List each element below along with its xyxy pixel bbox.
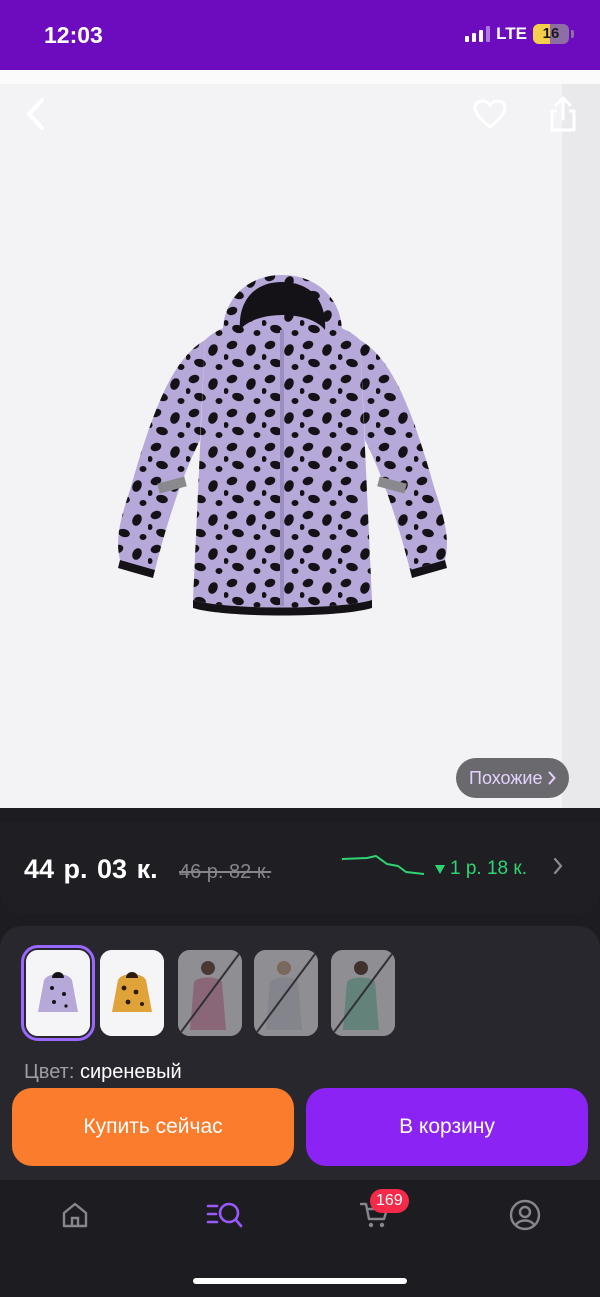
share-icon bbox=[550, 96, 576, 132]
similar-products-label: Похожие bbox=[469, 767, 543, 788]
heart-icon bbox=[473, 99, 507, 129]
battery-level: 16 bbox=[542, 25, 560, 42]
variant-thumbnail-pink[interactable] bbox=[178, 950, 242, 1036]
variant-thumbnail-white[interactable] bbox=[254, 950, 318, 1036]
status-bar: 12:03 LTE 16 bbox=[0, 0, 600, 70]
status-time: 12:03 bbox=[44, 22, 103, 48]
cart-count-badge: 169 bbox=[370, 1189, 409, 1213]
price-drop-amount: 1 р. 18 к. bbox=[450, 858, 527, 879]
battery-icon: 16 bbox=[533, 24, 569, 44]
network-type: LTE bbox=[496, 24, 527, 43]
lilac-jacket-thumbnail bbox=[26, 950, 90, 1036]
triangle-down-icon bbox=[435, 865, 445, 874]
signal-icon bbox=[465, 26, 491, 42]
add-to-cart-button[interactable]: В корзину bbox=[306, 1088, 588, 1166]
chevron-right-icon bbox=[553, 857, 563, 875]
share-button[interactable] bbox=[543, 94, 583, 134]
tab-home[interactable] bbox=[45, 1190, 105, 1240]
profile-icon bbox=[509, 1199, 541, 1231]
price-block[interactable]: 44 р. 03 к. 46 р. 82 к. 1 р. 18 к. bbox=[0, 822, 600, 914]
buy-now-button[interactable]: Купить сейчас bbox=[12, 1088, 294, 1166]
color-value: сиреневый bbox=[79, 1061, 182, 1083]
home-indicator bbox=[193, 1278, 407, 1284]
back-button[interactable] bbox=[16, 94, 56, 134]
price-history-chart bbox=[342, 855, 424, 875]
old-price: 46 р. 82 к. bbox=[179, 861, 272, 883]
variant-thumbnail-leopard[interactable] bbox=[100, 950, 164, 1036]
current-price: 44 р. 03 к. bbox=[24, 854, 158, 884]
product-gallery[interactable]: Похожие bbox=[0, 70, 600, 808]
catalog-search-icon bbox=[206, 1202, 243, 1228]
favorite-button[interactable] bbox=[470, 94, 510, 134]
product-image bbox=[118, 275, 447, 616]
leopard-jacket-thumbnail bbox=[100, 950, 164, 1036]
color-selection: Цвет: сиреневый bbox=[24, 1061, 182, 1084]
chevron-right-icon bbox=[548, 771, 557, 785]
color-label: Цвет: bbox=[24, 1061, 75, 1083]
chevron-left-icon bbox=[27, 98, 44, 130]
tab-catalog[interactable] bbox=[195, 1190, 255, 1240]
variant-thumbnail-mint[interactable] bbox=[331, 950, 395, 1036]
status-indicators: LTE 16 bbox=[465, 24, 574, 44]
home-icon bbox=[62, 1202, 88, 1228]
variant-thumbnail-lilac[interactable] bbox=[21, 945, 95, 1041]
similar-products-button[interactable]: Похожие bbox=[456, 758, 570, 798]
tab-profile[interactable] bbox=[495, 1190, 555, 1240]
price-drop: 1 р. 18 к. bbox=[434, 858, 527, 880]
